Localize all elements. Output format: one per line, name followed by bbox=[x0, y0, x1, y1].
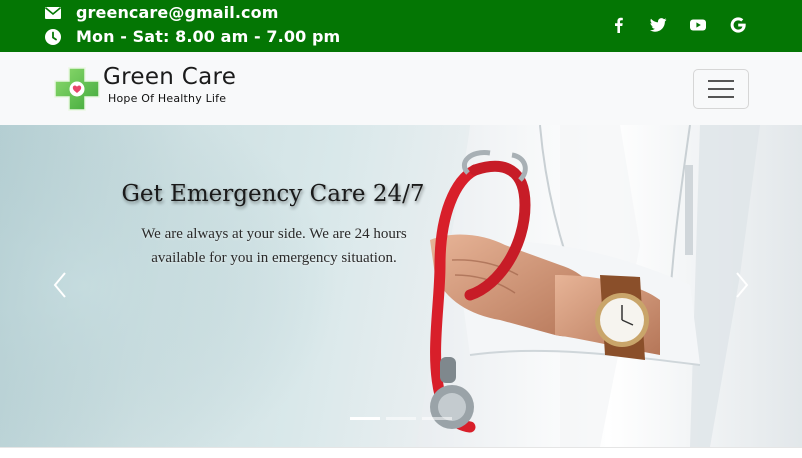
brand-tagline: Hope Of Healthy Life bbox=[108, 92, 227, 105]
hero-title: Get Emergency Care 24/7 bbox=[121, 181, 425, 207]
carousel-next-button[interactable] bbox=[722, 265, 762, 305]
carousel-indicators bbox=[350, 417, 458, 420]
social-links bbox=[607, 14, 767, 36]
chevron-right-icon bbox=[736, 272, 749, 298]
page-divider bbox=[0, 447, 802, 458]
twitter-icon[interactable] bbox=[647, 14, 669, 36]
email-contact[interactable]: greencare@gmail.com bbox=[44, 3, 278, 22]
doctor-stethoscope-image bbox=[0, 125, 802, 447]
hamburger-menu-icon bbox=[708, 80, 734, 82]
chevron-left-icon bbox=[53, 272, 66, 298]
clock-icon bbox=[44, 28, 62, 46]
email-text: greencare@gmail.com bbox=[76, 3, 279, 22]
envelope-icon bbox=[44, 4, 62, 22]
youtube-icon[interactable] bbox=[687, 14, 709, 36]
navbar-toggle-button[interactable] bbox=[693, 69, 749, 109]
hero-carousel: Get Emergency Care 24/7 We are always at… bbox=[0, 125, 802, 447]
carousel-indicator-3[interactable] bbox=[422, 417, 452, 420]
carousel-indicator-1[interactable] bbox=[350, 417, 380, 420]
google-icon[interactable] bbox=[727, 14, 749, 36]
opening-hours: Mon - Sat: 8.00 am - 7.00 pm bbox=[44, 27, 340, 46]
green-cross-heart-icon[interactable] bbox=[54, 67, 100, 111]
hero-description: We are always at your side. We are 24 ho… bbox=[141, 226, 407, 266]
main-navbar: Green Care Hope Of Healthy Life bbox=[0, 52, 802, 125]
brand-name[interactable]: Green Care bbox=[103, 64, 236, 90]
carousel-indicator-2[interactable] bbox=[386, 417, 416, 420]
top-contact-bar: greencare@gmail.com Mon - Sat: 8.00 am -… bbox=[0, 0, 802, 52]
facebook-icon[interactable] bbox=[607, 14, 629, 36]
hours-text: Mon - Sat: 8.00 am - 7.00 pm bbox=[76, 27, 341, 46]
carousel-prev-button[interactable] bbox=[40, 265, 80, 305]
